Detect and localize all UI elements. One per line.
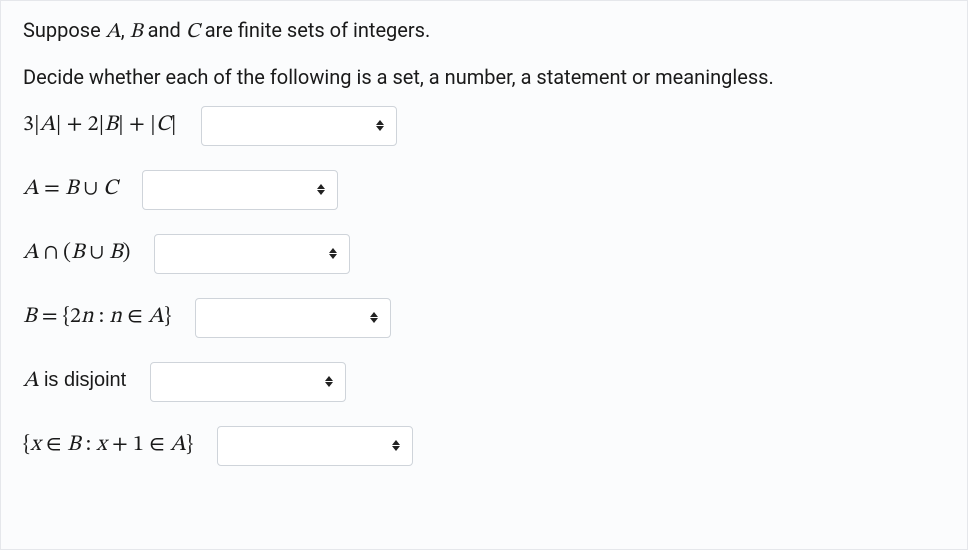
answer-dropdown[interactable] xyxy=(201,106,397,146)
text: and xyxy=(143,18,186,42)
set-c: C xyxy=(186,21,200,42)
question-row: {x ∈ B : x + 1 ∈ A} xyxy=(23,426,945,466)
math-expression: {x ∈ B : x + 1 ∈ A} xyxy=(23,430,193,461)
question-rows: 3|A| + 2|B| + |C| A = B ∪ C A ∩ (B ∪ B) B =… xyxy=(23,106,945,466)
chevron-up-down-icon xyxy=(370,312,378,323)
math-expression: A = B ∪ C xyxy=(23,174,118,205)
set-b: B xyxy=(130,21,143,42)
intro-line-2: Decide whether each of the following is … xyxy=(23,62,945,92)
math-expression: B = {2n : n ∈ A} xyxy=(23,302,171,333)
chevron-up-down-icon xyxy=(392,440,400,451)
chevron-up-down-icon xyxy=(329,248,337,259)
chevron-up-down-icon xyxy=(317,184,325,195)
intro-line-1: Suppose A, B and C are finite sets of in… xyxy=(23,15,945,48)
question-row: 3|A| + 2|B| + |C| xyxy=(23,106,945,146)
answer-dropdown[interactable] xyxy=(217,426,413,466)
question-row: A is disjoint xyxy=(23,362,945,402)
chevron-up-down-icon xyxy=(376,120,384,131)
question-row: A = B ∪ C xyxy=(23,170,945,210)
answer-dropdown[interactable] xyxy=(150,362,346,402)
answer-dropdown[interactable] xyxy=(142,170,338,210)
question-row: A ∩ (B ∪ B) xyxy=(23,234,945,274)
question-row: B = {2n : n ∈ A} xyxy=(23,298,945,338)
answer-dropdown[interactable] xyxy=(154,234,350,274)
text: , xyxy=(121,18,130,42)
answer-dropdown[interactable] xyxy=(195,298,391,338)
text: Suppose xyxy=(23,18,106,42)
question-container: Suppose A, B and C are finite sets of in… xyxy=(0,0,968,550)
math-expression: A ∩ (B ∪ B) xyxy=(23,238,130,269)
math-expression: A is disjoint xyxy=(23,366,126,397)
set-a: A xyxy=(106,21,121,42)
math-expression: 3|A| + 2|B| + |C| xyxy=(23,110,177,141)
text: are finite sets of integers. xyxy=(200,18,430,42)
chevron-up-down-icon xyxy=(325,376,333,387)
